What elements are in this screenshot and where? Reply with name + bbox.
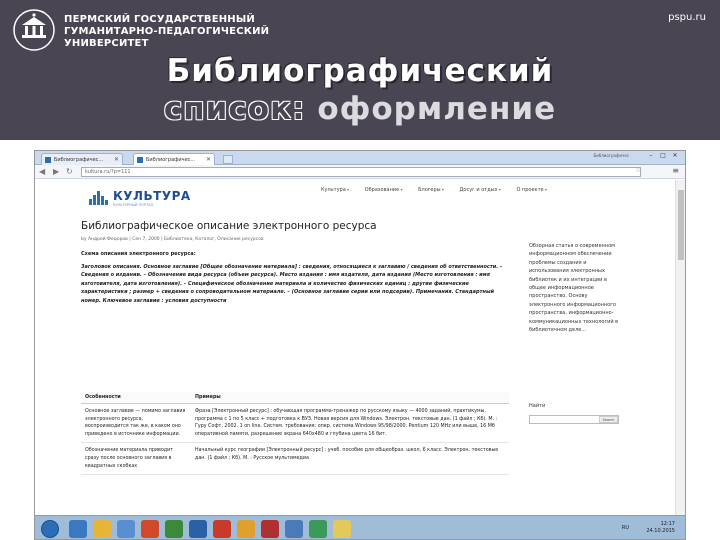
browser-tab-label: Библиографичес... [54, 157, 104, 163]
scheme-text: Заголовок описания. Основное заглавие [О… [81, 264, 503, 304]
app-icon[interactable] [333, 520, 351, 538]
chrome-icon[interactable] [165, 520, 183, 538]
features-table: Особенности Примеры Основное заглавие — … [81, 392, 509, 476]
favicon-icon [137, 157, 143, 163]
slide-title-line2: список: оформление [0, 90, 720, 128]
slide: ПЕРМСКИЙ ГОСУДАРСТВЕННЫЙ ГУМАНИТАРНО-ПЕД… [0, 0, 720, 540]
explorer-icon[interactable] [69, 520, 87, 538]
reload-icon[interactable]: ↻ [66, 167, 73, 176]
slide-title: Библиографический список: оформление [0, 52, 720, 128]
minimize-icon[interactable]: – [645, 152, 657, 159]
app-icon[interactable] [309, 520, 327, 538]
app-icon[interactable] [285, 520, 303, 538]
browser-tab-label: Библиографичес... [146, 157, 196, 163]
browser-tab-active[interactable]: Библиографичес... ✕ [133, 153, 215, 165]
search-label: Найти [529, 403, 546, 409]
nav-item[interactable]: Досуг и отдых [460, 187, 501, 193]
university-name-line: ПЕРМСКИЙ ГОСУДАРСТВЕННЫЙ [64, 14, 255, 25]
table-header: Примеры [191, 392, 509, 404]
slide-title-dark-part: список: [163, 91, 306, 127]
clock[interactable]: 12:17 24.10.2015 [646, 521, 675, 535]
table-cell-feature: Основное заглавие — помимо заглавия элек… [81, 403, 191, 444]
search-button[interactable]: Search [599, 416, 618, 423]
powerpoint-icon[interactable] [213, 520, 231, 538]
back-icon[interactable]: ◀ [39, 167, 45, 176]
university-name-line: УНИВЕРСИТЕТ [64, 38, 149, 49]
site-name: КУЛЬТУРА [113, 189, 191, 203]
favicon-icon [45, 157, 51, 163]
bookmark-star-icon[interactable]: ☆ [635, 166, 641, 174]
logo-bars-icon [89, 191, 109, 205]
table-row: Обозначение материала приводит сразу пос… [81, 442, 509, 476]
slide-title-line1: Библиографический [166, 53, 554, 89]
table-header-row: Особенности Примеры [81, 392, 509, 404]
close-icon[interactable]: ✕ [114, 156, 119, 163]
address-bar[interactable]: kultura.ru/?p=111 [81, 167, 641, 177]
app-icon[interactable] [237, 520, 255, 538]
article-meta: by Андрей Федоров | Сен 7, 2000 | Библио… [81, 237, 264, 242]
sidebar-text: Обзорная статья о современном информацио… [529, 243, 619, 334]
taskbar: RU 12:17 24.10.2015 [35, 515, 685, 539]
table-cell-example: Начальный курс географии [Электронный ре… [191, 442, 509, 476]
site-url: pspu.ru [668, 12, 706, 23]
table-cell-feature: Обозначение материала приводит сразу пос… [81, 442, 191, 476]
nav-item[interactable]: О проекте [516, 187, 546, 193]
opera-icon[interactable] [141, 520, 159, 538]
nav-item[interactable]: Культура [321, 187, 349, 193]
media-icon[interactable] [117, 520, 135, 538]
language-indicator[interactable]: RU [622, 525, 629, 531]
word-icon[interactable] [189, 520, 207, 538]
table-header: Особенности [81, 392, 191, 404]
nav-item[interactable]: Образование [365, 187, 403, 193]
close-window-icon[interactable]: ✕ [669, 152, 681, 159]
university-name: ПЕРМСКИЙ ГОСУДАРСТВЕННЫЙ ГУМАНИТАРНО-ПЕД… [64, 14, 269, 50]
close-icon[interactable]: ✕ [206, 156, 211, 163]
university-crest-icon [13, 9, 55, 51]
browser-screenshot: Библиографичес... ✕ Библиографичес... ✕ … [34, 150, 686, 540]
table-row: Основное заглавие — помимо заглавия элек… [81, 403, 509, 444]
browser-toolbar: ◀ ▶ ↻ kultura.ru/?p=111 ☆ ≡ [35, 165, 685, 179]
slide-title-light-part: оформление [317, 91, 557, 127]
menu-icon[interactable]: ≡ [672, 166, 679, 175]
system-tray: RU [622, 525, 629, 531]
site-tagline: КУЛЬТУРНЫЙ ПОРТАЛ [113, 203, 154, 207]
window-controls: – □ ✕ [645, 152, 681, 159]
maximize-icon[interactable]: □ [657, 152, 669, 159]
article: Библиографическое описание электронного … [81, 220, 509, 305]
university-name-line: ГУМАНИТАРНО-ПЕДАГОГИЧЕСКИЙ [64, 26, 270, 37]
app-icon[interactable] [261, 520, 279, 538]
window-label: Библиографичес [593, 153, 629, 158]
browser-tab-bar: Библиографичес... ✕ Библиографичес... ✕ … [35, 151, 685, 165]
browser-tab[interactable]: Библиографичес... ✕ [41, 153, 123, 165]
scheme-heading: Схема описания электронного ресурса: [81, 251, 196, 257]
header-band: ПЕРМСКИЙ ГОСУДАРСТВЕННЫЙ ГУМАНИТАРНО-ПЕД… [0, 0, 720, 140]
new-tab-button[interactable] [223, 155, 233, 164]
clock-time: 12:17 [660, 521, 675, 527]
web-page: КУЛЬТУРА КУЛЬТУРНЫЙ ПОРТАЛ Культура Обра… [35, 180, 675, 515]
table-cell-example: Фраза [Электронный ресурс] : обучающая п… [191, 403, 509, 444]
folder-icon[interactable] [93, 520, 111, 538]
clock-date: 24.10.2015 [646, 528, 675, 534]
nav-item[interactable]: Блогеры [418, 187, 444, 193]
start-button[interactable] [41, 520, 59, 538]
forward-icon[interactable]: ▶ [53, 167, 59, 176]
scrollbar[interactable] [675, 180, 685, 515]
scrollbar-thumb[interactable] [678, 190, 684, 260]
article-title: Библиографическое описание электронного … [81, 220, 377, 232]
site-nav: Культура Образование Блогеры Досуг и отд… [321, 187, 561, 193]
